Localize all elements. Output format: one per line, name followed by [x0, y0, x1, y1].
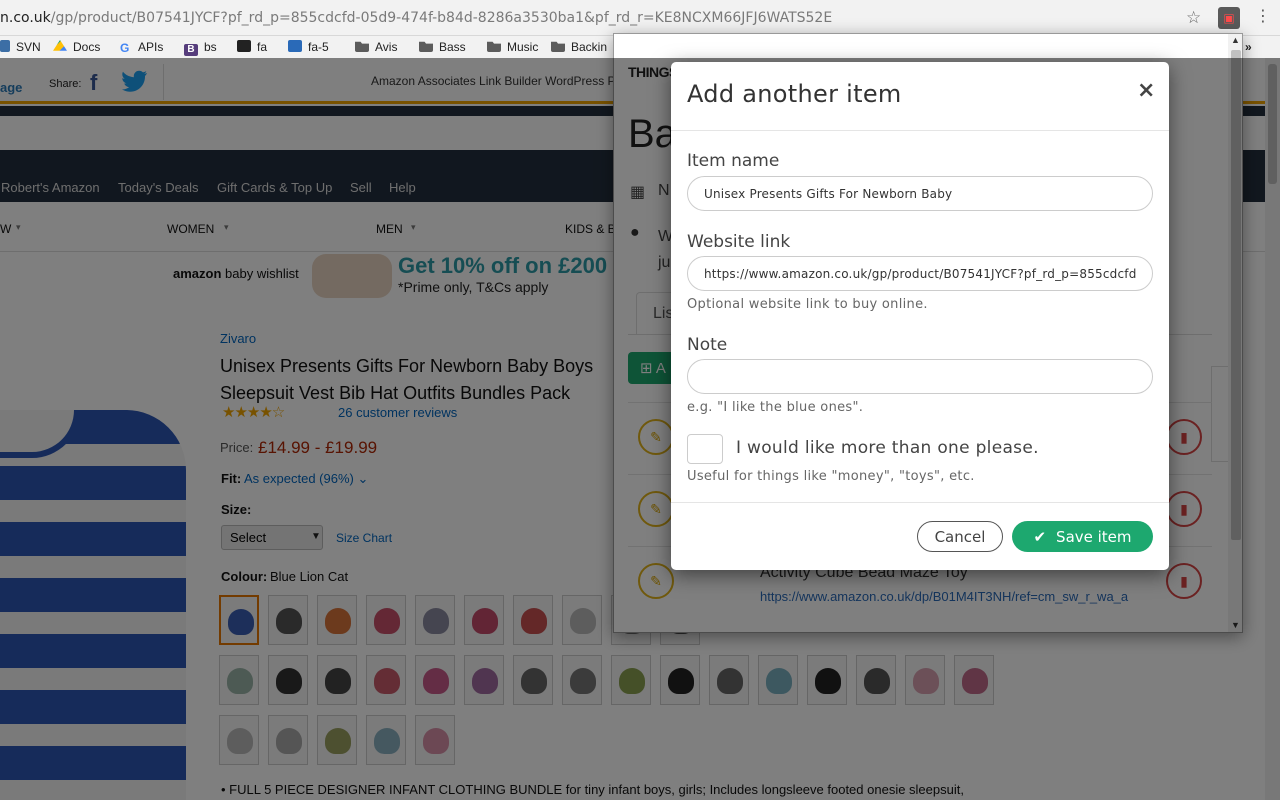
folder-icon	[487, 41, 501, 52]
website-link-input[interactable]	[687, 256, 1153, 291]
svn-icon	[0, 40, 10, 52]
url-host: n.co.uk	[0, 10, 51, 26]
screen: n.co.uk/gp/product/B07541JYCF?pf_rd_p=85…	[0, 0, 1280, 800]
cancel-button[interactable]: Cancel	[917, 521, 1003, 552]
drive-icon	[53, 40, 67, 51]
bookmark-bs[interactable]: Bbs	[184, 39, 217, 56]
address-field[interactable]: n.co.uk/gp/product/B07541JYCF?pf_rd_p=85…	[0, 7, 1210, 29]
website-link-help: Optional website link to buy online.	[687, 297, 928, 312]
bookmark-apis[interactable]: G APIs	[120, 39, 163, 55]
browser-menu-icon[interactable]: ⋮	[1255, 6, 1271, 28]
bootstrap-icon: B	[184, 44, 198, 56]
website-link-label: Website link	[687, 232, 791, 252]
more-than-one-checkbox[interactable]	[687, 434, 723, 464]
bookmark-label: fa	[257, 40, 268, 54]
bookmark-label: Avis	[375, 40, 398, 54]
note-help: e.g. "I like the blue ones".	[687, 400, 864, 415]
bookmark-label: APIs	[138, 40, 164, 54]
footer-divider	[671, 502, 1169, 503]
add-item-dialog: Add another item × Item name Website lin…	[671, 62, 1169, 570]
bookmark-music[interactable]: Music	[487, 39, 538, 55]
fontawesome-icon	[237, 40, 251, 52]
bookmark-star-icon[interactable]: ☆	[1186, 8, 1201, 28]
browser-url-bar: n.co.uk/gp/product/B07541JYCF?pf_rd_p=85…	[0, 0, 1280, 36]
bookmark-label: fa-5	[308, 40, 329, 54]
more-than-one-help: Useful for things like "money", "toys", …	[687, 469, 975, 484]
bookmark-fa[interactable]: fa	[237, 39, 267, 55]
close-icon[interactable]: ×	[1137, 78, 1155, 103]
folder-icon	[551, 41, 565, 52]
more-than-one-label[interactable]: I would like more than one please.	[736, 438, 1039, 458]
bookmarks-overflow-icon[interactable]: »	[1245, 39, 1252, 55]
folder-icon	[419, 41, 433, 52]
bookmark-label: SVN	[16, 40, 41, 54]
check-icon: ✔	[1033, 527, 1047, 546]
bookmark-label: Backin	[571, 40, 608, 54]
scroll-up-icon[interactable]: ▲	[1231, 35, 1240, 45]
bookmark-fa5[interactable]: fa-5	[288, 39, 329, 55]
bookmark-bass[interactable]: Bass	[419, 39, 466, 55]
url-path: /gp/product/B07541JYCF?pf_rd_p=855cdcfd-…	[50, 10, 833, 26]
note-input[interactable]	[687, 359, 1153, 394]
save-item-button[interactable]: ✔ Save item	[1012, 521, 1153, 552]
item-name-input[interactable]	[687, 176, 1153, 211]
bookmark-svn[interactable]: SVN	[0, 39, 41, 55]
bookmark-docs[interactable]: Docs	[53, 39, 100, 55]
save-item-label: Save item	[1056, 527, 1132, 546]
bookmark-label: Bass	[439, 40, 466, 54]
bookmark-backin[interactable]: Backin	[551, 39, 607, 55]
google-icon: G	[120, 41, 130, 55]
dialog-title: Add another item	[687, 80, 902, 108]
header-divider	[671, 130, 1169, 131]
item-name-label: Item name	[687, 151, 780, 171]
gift-extension-icon[interactable]: ▣	[1218, 7, 1240, 29]
flag-icon	[288, 40, 302, 52]
bookmark-label: Docs	[73, 40, 101, 54]
bookmark-label: Music	[507, 40, 539, 54]
bookmark-label: bs	[204, 40, 217, 54]
folder-icon	[355, 41, 369, 52]
note-label: Note	[687, 335, 728, 355]
bookmark-avis[interactable]: Avis	[355, 39, 397, 55]
